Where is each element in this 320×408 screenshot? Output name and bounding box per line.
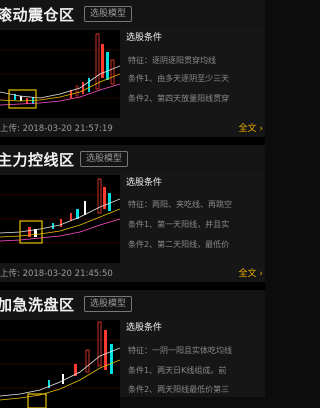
condition-title: 选股条件: [126, 323, 163, 333]
card-footer: 上传: 2018-03-20 21:45:50 全文 ›: [0, 264, 265, 282]
kline-chart: [0, 320, 120, 408]
model-tag: 选股模型: [84, 296, 133, 312]
upload-time: 上传: 2018-03-20 21:57:19: [0, 124, 113, 134]
card-divider: [0, 282, 265, 290]
card-header: 主力控线区 选股模型: [0, 145, 265, 173]
model-card-3[interactable]: 加急洗盘区 选股模型 选股条件 特征：一阴一阳且实体吃均线 条件1、两天日K线组…: [0, 290, 265, 408]
kline-chart: [0, 30, 120, 118]
condition-row: 条件2、第二天阳线，最低价: [128, 240, 230, 249]
condition-row: 特征：两阳、夹吃线、再跳空: [128, 200, 232, 209]
read-more-link[interactable]: 全文 ›: [239, 266, 263, 279]
condition-title: 选股条件: [126, 33, 163, 43]
condition-row: 特征：逐阴逐阳贯穿均线: [128, 56, 216, 65]
card-footer: 上传: 2018-03-20 21:57:19 全文 ›: [0, 119, 265, 137]
card-header: 加急洗盘区 选股模型: [0, 290, 265, 318]
card-title: 滚动震仓区: [0, 6, 75, 24]
kline-candle: [108, 193, 111, 211]
card-divider: [0, 137, 265, 145]
kline-candle: [62, 374, 64, 384]
model-tag: 选股模型: [84, 6, 133, 22]
condition-row: 条件1、第一天阳线，并且实: [128, 220, 230, 229]
card-header: 滚动震仓区 选股模型: [0, 0, 265, 28]
kline-candle: [106, 52, 109, 80]
condition-row: 特征：一阴一阳且实体吃均线: [128, 346, 232, 355]
upload-time: 上传: 2018-03-20 21:45:50: [0, 269, 113, 279]
kline-candle: [82, 82, 84, 94]
condition-title: 选股条件: [126, 178, 163, 188]
kline-chart: [0, 175, 120, 263]
kline-candle: [60, 219, 62, 227]
kline-candle: [88, 78, 90, 92]
model-card-2[interactable]: 主力控线区 选股模型 选股条件 特征：两阳、夹吃线、再跳空 条件1、第一天阳线，…: [0, 145, 265, 282]
kline-candle: [70, 213, 72, 221]
kline-candle: [20, 96, 22, 101]
condition-row: 条件1、由多天逐阴至少三天: [128, 74, 230, 83]
kline-candle: [110, 344, 113, 374]
condition-row: 条件1、两天日K线组成。前: [128, 366, 227, 375]
kline-candle: [84, 201, 86, 215]
model-card-1[interactable]: 滚动震仓区 选股模型 选股条件 特征：逐阴逐阳贯穿均线 条件1、由多天逐阴至少三…: [0, 0, 265, 137]
kline-candle: [104, 330, 107, 370]
read-more-link[interactable]: 全文 ›: [239, 121, 263, 134]
condition-row: 条件2、第四天放量阳线贯穿: [128, 94, 230, 103]
card-title: 加急洗盘区: [0, 296, 75, 314]
condition-row: 条件2、两天阳线最低价第三: [128, 385, 230, 394]
model-tag: 选股模型: [80, 151, 129, 167]
card-title: 主力控线区: [0, 151, 75, 169]
